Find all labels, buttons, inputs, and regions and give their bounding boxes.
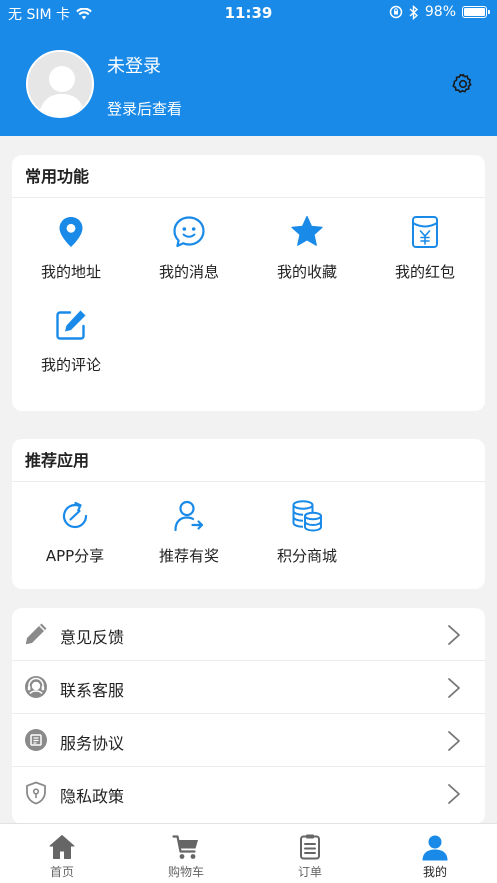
location-pin-icon [59,217,83,247]
settings-gear-icon[interactable] [451,72,475,96]
tab-mine[interactable]: 我的 [373,824,497,883]
star-icon [291,215,323,246]
grid-item-favorites[interactable]: 我的收藏 [248,215,366,282]
agreement-icon [25,729,47,751]
grid-item-comments[interactable]: 我的评论 [12,308,130,375]
tab-orders[interactable]: 订单 [248,824,372,883]
recommended-apps-title: 推荐应用 [12,439,485,482]
grid-item-address[interactable]: 我的地址 [12,215,130,282]
tab-home[interactable]: 首页 [0,824,124,883]
profile-icon [422,835,448,861]
login-hint[interactable]: 登录后查看 [107,98,182,119]
grid-item-red-envelope[interactable]: 我的红包 [366,215,484,282]
common-functions-card: 常用功能 我的地址 我的消息 我的收藏 我的红包 我的评论 [12,155,485,411]
grid-item-referral[interactable]: 推荐有奖 [130,499,248,566]
list-item-privacy-policy[interactable]: 隐私政策 [12,767,485,820]
share-icon [62,501,88,529]
grid-item-points-mall[interactable]: 积分商城 [248,499,366,566]
menu-list-card: 意见反馈 联系客服 服务协议 隐私政策 [12,608,485,824]
orientation-lock-icon [389,5,403,19]
user-name[interactable]: 未登录 [107,52,161,78]
grid-item-app-share[interactable]: APP分享 [16,499,134,566]
default-avatar-icon [28,52,92,116]
chat-bubble-icon [173,216,205,248]
home-icon [49,835,75,859]
shield-icon [26,781,46,805]
chevron-right-icon [448,625,460,645]
coins-icon [292,500,322,532]
pencil-icon [25,623,47,645]
edit-icon [56,310,86,340]
tab-cart[interactable]: 购物车 [124,824,248,883]
order-list-icon [300,834,320,860]
headset-icon [25,676,47,698]
cart-icon [172,835,198,859]
chevron-right-icon [448,731,460,751]
battery-icon [462,6,490,18]
avatar[interactable] [26,50,94,118]
bluetooth-icon [409,4,418,20]
profile-header: 无 SIM 卡 11:39 98% 未登录 登录后查看 [0,0,497,136]
list-item-feedback[interactable]: 意见反馈 [12,608,485,661]
recommended-apps-card: 推荐应用 APP分享 推荐有奖 积分商城 [12,439,485,589]
user-refer-icon [174,500,204,532]
chevron-right-icon [448,678,460,698]
red-envelope-icon [412,216,438,248]
chevron-right-icon [448,784,460,804]
bottom-tab-bar: 首页 购物车 订单 我的 [0,823,497,883]
battery-level [464,8,485,16]
grid-item-messages[interactable]: 我的消息 [130,215,248,282]
list-item-service-agreement[interactable]: 服务协议 [12,714,485,767]
list-item-customer-service[interactable]: 联系客服 [12,661,485,714]
common-functions-title: 常用功能 [12,155,485,198]
battery-percent: 98% [424,4,456,20]
status-bar: 无 SIM 卡 11:39 98% [0,0,497,26]
